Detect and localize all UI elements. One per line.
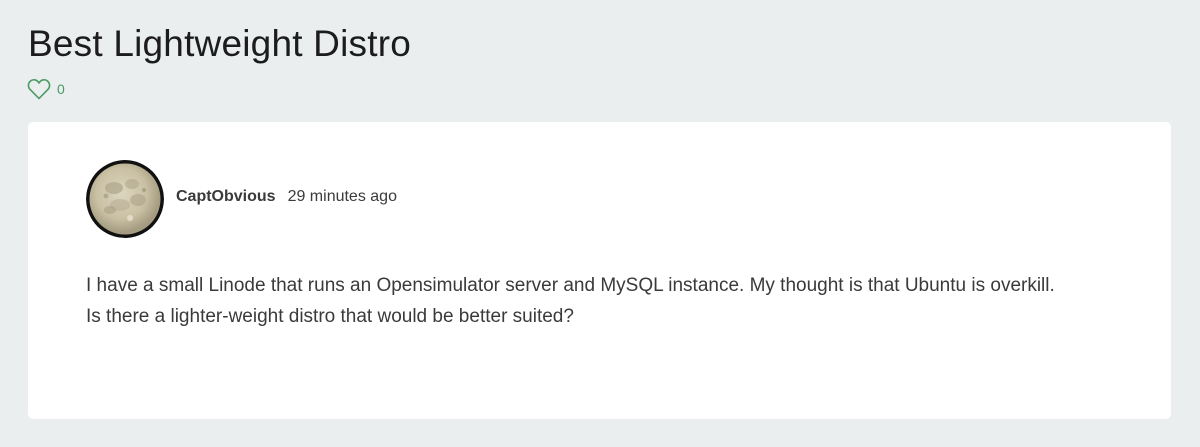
avatar[interactable] — [86, 160, 164, 238]
page-title: Best Lightweight Distro — [28, 23, 412, 64]
post-card: CaptObvious 29 minutes ago I have a smal… — [28, 122, 1171, 419]
post-timestamp: 29 minutes ago — [287, 188, 397, 205]
heart-icon[interactable] — [27, 78, 51, 100]
post-body: I have a small Linode that runs an Opens… — [86, 275, 1055, 327]
like-count: 0 — [57, 81, 65, 97]
like-button[interactable]: 0 — [27, 78, 65, 100]
author-name[interactable]: CaptObvious — [176, 188, 276, 206]
post-meta: CaptObvious 29 minutes ago — [176, 188, 397, 206]
